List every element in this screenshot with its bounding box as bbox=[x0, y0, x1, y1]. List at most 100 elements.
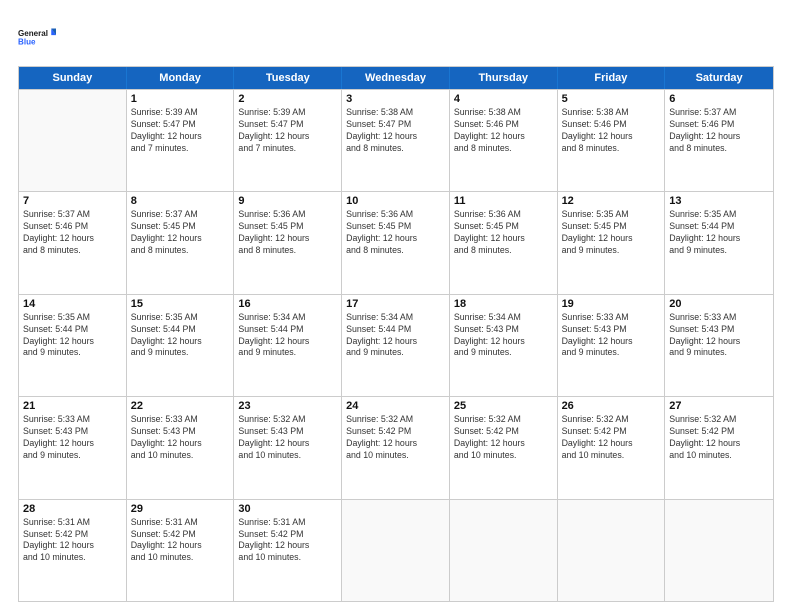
day-cell-14: 14Sunrise: 5:35 AMSunset: 5:44 PMDayligh… bbox=[19, 295, 127, 396]
day-number-20: 20 bbox=[669, 298, 769, 310]
week-row-4: 21 Sunrise: 5:33 AMSunset: 5:43 PMDayligh… bbox=[19, 396, 773, 498]
empty-cell-4-6 bbox=[665, 500, 773, 601]
day-number-17: 17 bbox=[346, 298, 445, 310]
day-info-11: Sunrise: 5:36 AMSunset: 5:45 PMDaylight:… bbox=[454, 209, 553, 257]
day-info-17: Sunrise: 5:34 AMSunset: 5:44 PMDaylight:… bbox=[346, 312, 445, 360]
day-cell-15: 15 Sunrise: 5:35 AMSunset: 5:44 PMDayligh… bbox=[127, 295, 235, 396]
day-cell-28: 28Sunrise: 5:31 AMSunset: 5:42 PMDayligh… bbox=[19, 500, 127, 601]
week-row-2: 7Sunrise: 5:37 AMSunset: 5:46 PMDaylight… bbox=[19, 191, 773, 293]
empty-cell-4-4 bbox=[450, 500, 558, 601]
day-cell-26: 26 Sunrise: 5:32 AMSunset: 5:42 PMDayligh… bbox=[558, 397, 666, 498]
day-number-6: 6 bbox=[669, 93, 769, 105]
day-info-9: Sunrise: 5:36 AMSunset: 5:45 PMDaylight:… bbox=[238, 209, 337, 257]
day-info-26: Sunrise: 5:32 AMSunset: 5:42 PMDaylight:… bbox=[562, 414, 661, 462]
day-number-24: 24 bbox=[346, 400, 445, 412]
day-cell-21: 21 Sunrise: 5:33 AMSunset: 5:43 PMDayligh… bbox=[19, 397, 127, 498]
calendar-body: 1 Sunrise: 5:39 AMSunset: 5:47 PMDaylight… bbox=[19, 89, 773, 601]
day-number-11: 11 bbox=[454, 195, 553, 207]
header-day-thursday: Thursday bbox=[450, 67, 558, 89]
header-day-saturday: Saturday bbox=[665, 67, 773, 89]
day-number-9: 9 bbox=[238, 195, 337, 207]
day-cell-18: 18Sunrise: 5:34 AMSunset: 5:43 PMDayligh… bbox=[450, 295, 558, 396]
header-day-monday: Monday bbox=[127, 67, 235, 89]
day-number-23: 23 bbox=[238, 400, 337, 412]
header: General Blue bbox=[18, 18, 774, 56]
day-info-2: Sunrise: 5:39 AMSunset: 5:47 PMDaylight:… bbox=[238, 107, 337, 155]
day-number-5: 5 bbox=[562, 93, 661, 105]
day-number-30: 30 bbox=[238, 503, 337, 515]
day-number-16: 16 bbox=[238, 298, 337, 310]
day-number-25: 25 bbox=[454, 400, 553, 412]
header-day-friday: Friday bbox=[558, 67, 666, 89]
day-info-15: Sunrise: 5:35 AMSunset: 5:44 PMDaylight:… bbox=[131, 312, 230, 360]
header-day-tuesday: Tuesday bbox=[234, 67, 342, 89]
day-cell-30: 30 Sunrise: 5:31 AMSunset: 5:42 PMDayligh… bbox=[234, 500, 342, 601]
day-number-28: 28 bbox=[23, 503, 122, 515]
day-info-1: Sunrise: 5:39 AMSunset: 5:47 PMDaylight:… bbox=[131, 107, 230, 155]
day-info-18: Sunrise: 5:34 AMSunset: 5:43 PMDaylight:… bbox=[454, 312, 553, 360]
day-number-13: 13 bbox=[669, 195, 769, 207]
svg-text:Blue: Blue bbox=[18, 38, 36, 47]
day-info-16: Sunrise: 5:34 AMSunset: 5:44 PMDaylight:… bbox=[238, 312, 337, 360]
day-cell-19: 19 Sunrise: 5:33 AMSunset: 5:43 PMDayligh… bbox=[558, 295, 666, 396]
day-number-21: 21 bbox=[23, 400, 122, 412]
day-cell-24: 24Sunrise: 5:32 AMSunset: 5:42 PMDayligh… bbox=[342, 397, 450, 498]
day-cell-7: 7Sunrise: 5:37 AMSunset: 5:46 PMDaylight… bbox=[19, 192, 127, 293]
day-info-22: Sunrise: 5:33 AMSunset: 5:43 PMDaylight:… bbox=[131, 414, 230, 462]
empty-cell-4-3 bbox=[342, 500, 450, 601]
day-cell-3: 3 Sunrise: 5:38 AMSunset: 5:47 PMDaylight… bbox=[342, 90, 450, 191]
day-number-12: 12 bbox=[562, 195, 661, 207]
day-cell-27: 27Sunrise: 5:32 AMSunset: 5:42 PMDayligh… bbox=[665, 397, 773, 498]
header-day-sunday: Sunday bbox=[19, 67, 127, 89]
day-cell-8: 8Sunrise: 5:37 AMSunset: 5:45 PMDaylight… bbox=[127, 192, 235, 293]
day-number-26: 26 bbox=[562, 400, 661, 412]
day-number-3: 3 bbox=[346, 93, 445, 105]
day-info-6: Sunrise: 5:37 AMSunset: 5:46 PMDaylight:… bbox=[669, 107, 769, 155]
day-cell-13: 13Sunrise: 5:35 AMSunset: 5:44 PMDayligh… bbox=[665, 192, 773, 293]
day-number-19: 19 bbox=[562, 298, 661, 310]
day-info-30: Sunrise: 5:31 AMSunset: 5:42 PMDaylight:… bbox=[238, 517, 337, 565]
logo-svg: General Blue bbox=[18, 18, 56, 56]
day-info-19: Sunrise: 5:33 AMSunset: 5:43 PMDaylight:… bbox=[562, 312, 661, 360]
day-info-14: Sunrise: 5:35 AMSunset: 5:44 PMDaylight:… bbox=[23, 312, 122, 360]
day-cell-10: 10 Sunrise: 5:36 AMSunset: 5:45 PMDayligh… bbox=[342, 192, 450, 293]
day-number-2: 2 bbox=[238, 93, 337, 105]
day-info-21: Sunrise: 5:33 AMSunset: 5:43 PMDaylight:… bbox=[23, 414, 122, 462]
day-info-5: Sunrise: 5:38 AMSunset: 5:46 PMDaylight:… bbox=[562, 107, 661, 155]
calendar-header: SundayMondayTuesdayWednesdayThursdayFrid… bbox=[19, 67, 773, 89]
day-cell-2: 2 Sunrise: 5:39 AMSunset: 5:47 PMDaylight… bbox=[234, 90, 342, 191]
header-day-wednesday: Wednesday bbox=[342, 67, 450, 89]
day-number-10: 10 bbox=[346, 195, 445, 207]
day-number-4: 4 bbox=[454, 93, 553, 105]
logo: General Blue bbox=[18, 18, 56, 56]
day-info-3: Sunrise: 5:38 AMSunset: 5:47 PMDaylight:… bbox=[346, 107, 445, 155]
day-info-7: Sunrise: 5:37 AMSunset: 5:46 PMDaylight:… bbox=[23, 209, 122, 257]
day-cell-16: 16 Sunrise: 5:34 AMSunset: 5:44 PMDayligh… bbox=[234, 295, 342, 396]
day-number-15: 15 bbox=[131, 298, 230, 310]
day-cell-22: 22Sunrise: 5:33 AMSunset: 5:43 PMDayligh… bbox=[127, 397, 235, 498]
day-number-1: 1 bbox=[131, 93, 230, 105]
day-cell-11: 11 Sunrise: 5:36 AMSunset: 5:45 PMDayligh… bbox=[450, 192, 558, 293]
day-cell-6: 6 Sunrise: 5:37 AMSunset: 5:46 PMDaylight… bbox=[665, 90, 773, 191]
day-info-8: Sunrise: 5:37 AMSunset: 5:45 PMDaylight:… bbox=[131, 209, 230, 257]
day-info-12: Sunrise: 5:35 AMSunset: 5:45 PMDaylight:… bbox=[562, 209, 661, 257]
day-number-29: 29 bbox=[131, 503, 230, 515]
page: General Blue SundayMondayTuesdayWednesda… bbox=[0, 0, 792, 612]
day-info-20: Sunrise: 5:33 AMSunset: 5:43 PMDaylight:… bbox=[669, 312, 769, 360]
day-cell-20: 20 Sunrise: 5:33 AMSunset: 5:43 PMDayligh… bbox=[665, 295, 773, 396]
day-cell-23: 23 Sunrise: 5:32 AMSunset: 5:43 PMDayligh… bbox=[234, 397, 342, 498]
day-cell-17: 17 Sunrise: 5:34 AMSunset: 5:44 PMDayligh… bbox=[342, 295, 450, 396]
day-cell-1: 1 Sunrise: 5:39 AMSunset: 5:47 PMDaylight… bbox=[127, 90, 235, 191]
week-row-3: 14Sunrise: 5:35 AMSunset: 5:44 PMDayligh… bbox=[19, 294, 773, 396]
day-info-10: Sunrise: 5:36 AMSunset: 5:45 PMDaylight:… bbox=[346, 209, 445, 257]
calendar: SundayMondayTuesdayWednesdayThursdayFrid… bbox=[18, 66, 774, 602]
day-info-27: Sunrise: 5:32 AMSunset: 5:42 PMDaylight:… bbox=[669, 414, 769, 462]
day-cell-4: 4Sunrise: 5:38 AMSunset: 5:46 PMDaylight… bbox=[450, 90, 558, 191]
empty-cell-0-0 bbox=[19, 90, 127, 191]
day-info-29: Sunrise: 5:31 AMSunset: 5:42 PMDaylight:… bbox=[131, 517, 230, 565]
day-info-23: Sunrise: 5:32 AMSunset: 5:43 PMDaylight:… bbox=[238, 414, 337, 462]
svg-text:General: General bbox=[18, 29, 48, 38]
day-cell-5: 5 Sunrise: 5:38 AMSunset: 5:46 PMDaylight… bbox=[558, 90, 666, 191]
day-cell-12: 12 Sunrise: 5:35 AMSunset: 5:45 PMDayligh… bbox=[558, 192, 666, 293]
day-cell-9: 9 Sunrise: 5:36 AMSunset: 5:45 PMDaylight… bbox=[234, 192, 342, 293]
